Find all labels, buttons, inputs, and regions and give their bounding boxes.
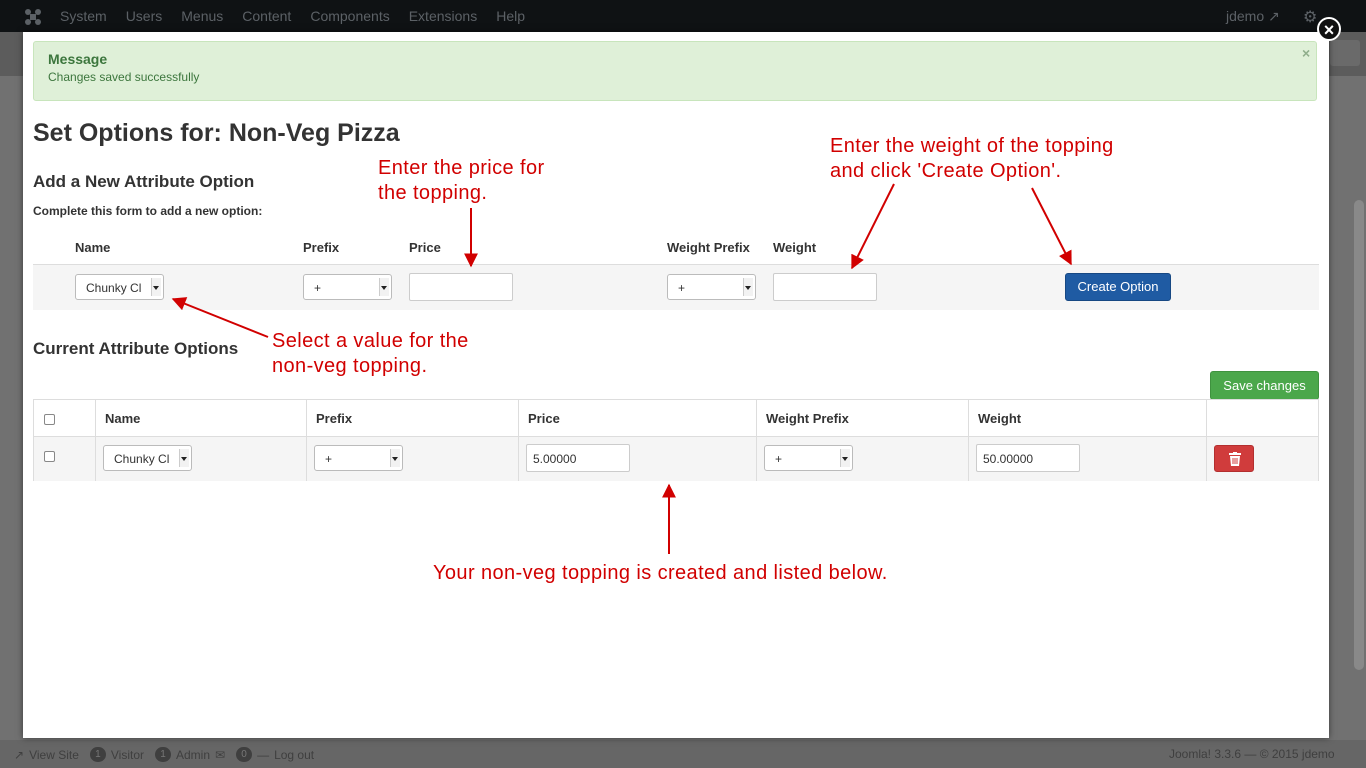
create-option-button[interactable]: Create Option <box>1065 273 1171 301</box>
table-header-price: Price <box>519 400 757 436</box>
form-label-weight: Weight <box>773 240 817 255</box>
menu-item-menus[interactable]: Menus <box>181 8 223 24</box>
table-header-weight: Weight <box>969 400 1207 436</box>
chevron-down-icon <box>743 278 753 296</box>
view-site-icon: ↗ <box>14 747 25 762</box>
admin-label: Admin <box>176 747 211 762</box>
menu-item-extensions[interactable]: Extensions <box>409 8 477 24</box>
alert-close-icon[interactable]: × <box>1302 45 1310 61</box>
chevron-down-icon <box>840 449 850 467</box>
table-header-prefix: Prefix <box>307 400 519 436</box>
menu-item-components[interactable]: Components <box>310 8 389 24</box>
chevron-down-icon <box>390 449 400 467</box>
table-row <box>34 436 1318 481</box>
gear-icon[interactable]: ⚙ <box>1303 7 1317 27</box>
row-select-cell <box>34 437 96 481</box>
visitor-count-badge: 1 <box>89 747 106 762</box>
select-all-checkbox[interactable] <box>44 414 55 425</box>
table-header-weight-prefix: Weight Prefix <box>757 400 969 436</box>
new-option-prefix-select[interactable]: + <box>303 274 392 300</box>
save-changes-button[interactable]: Save changes <box>1210 371 1319 400</box>
admin-menu: System Users Menus Content Components Ex… <box>60 8 544 24</box>
admin-toolbar-button[interactable] <box>1330 40 1360 66</box>
row-weight-prefix-select[interactable]: + <box>764 445 853 471</box>
current-options-heading: Current Attribute Options <box>33 339 239 358</box>
new-option-weight-prefix-select[interactable]: + <box>667 274 756 300</box>
row-prefix-select[interactable]: + <box>314 445 403 471</box>
chevron-down-icon <box>179 449 189 467</box>
success-alert: Message Changes saved successfully × <box>33 41 1317 101</box>
external-link-icon: ↗ <box>1268 8 1280 24</box>
form-label-prefix: Prefix <box>303 240 340 255</box>
page-title: Set Options for: Non-Veg Pizza <box>33 119 400 147</box>
annotation-weight: Enter the weight of the topping and click… <box>830 135 1114 182</box>
footer-version: Joomla! 3.3.6 — © 2015 jdemo <box>1169 747 1335 761</box>
annotation-select: Select a value for the non-veg topping. <box>272 330 469 377</box>
new-option-weight-input[interactable] <box>773 273 877 301</box>
row-weight-input[interactable]: 50.00000 <box>976 444 1080 472</box>
annotation-price: Enter the price for the topping. <box>378 157 545 204</box>
table-header-name: Name <box>96 400 307 436</box>
admin-footer: ↗ View Site 1 Visitor 1 Admin ✉ 0 — Log … <box>0 740 1366 768</box>
form-label-weight-prefix: Weight Prefix <box>667 240 750 255</box>
add-option-help: Complete this form to add a new option: <box>33 204 263 218</box>
logout-link[interactable]: Log out <box>274 748 314 762</box>
modal-close-button[interactable]: × <box>1317 17 1341 41</box>
menu-item-help[interactable]: Help <box>496 8 525 24</box>
delete-option-button[interactable] <box>1214 445 1254 472</box>
joomla-logo-icon[interactable] <box>24 8 42 26</box>
options-modal: Message Changes saved successfully × Set… <box>23 32 1329 738</box>
annotation-created: Your non-veg topping is created and list… <box>433 562 888 584</box>
page-scrollbar[interactable] <box>1354 200 1364 670</box>
new-option-price-input[interactable] <box>409 273 513 301</box>
admin-topbar: System Users Menus Content Components Ex… <box>0 0 1366 32</box>
new-option-name-select[interactable]: Chunky Cl <box>75 274 164 300</box>
trash-icon <box>1229 452 1241 466</box>
messages-count-badge: 0 <box>236 747 253 762</box>
form-label-name: Name <box>75 240 111 255</box>
form-label-price: Price <box>409 240 441 255</box>
visitor-label: Visitor <box>110 747 144 762</box>
row-price-input[interactable]: 5.00000 <box>526 444 630 472</box>
row-checkbox[interactable] <box>44 451 55 462</box>
view-site-link[interactable]: View Site <box>29 748 79 762</box>
admin-count-badge: 1 <box>155 747 171 762</box>
current-options-table: Name Prefix Price Weight Prefix Weight <box>33 399 1319 481</box>
chevron-down-icon <box>379 278 389 296</box>
menu-item-content[interactable]: Content <box>242 8 291 24</box>
chevron-down-icon <box>151 278 161 296</box>
row-name-select[interactable]: Chunky Cl <box>103 445 192 471</box>
envelope-icon: ✉ <box>215 747 226 762</box>
add-option-heading: Add a New Attribute Option <box>33 172 255 191</box>
user-link[interactable]: jdemo ↗ <box>1226 8 1280 25</box>
logout-icon: — <box>257 747 270 762</box>
alert-title: Message <box>48 51 108 67</box>
table-header-actions <box>1207 400 1318 436</box>
table-header-select <box>34 400 96 436</box>
menu-item-system[interactable]: System <box>60 8 107 24</box>
alert-text: Changes saved successfully <box>48 70 200 84</box>
menu-item-users[interactable]: Users <box>126 8 163 24</box>
